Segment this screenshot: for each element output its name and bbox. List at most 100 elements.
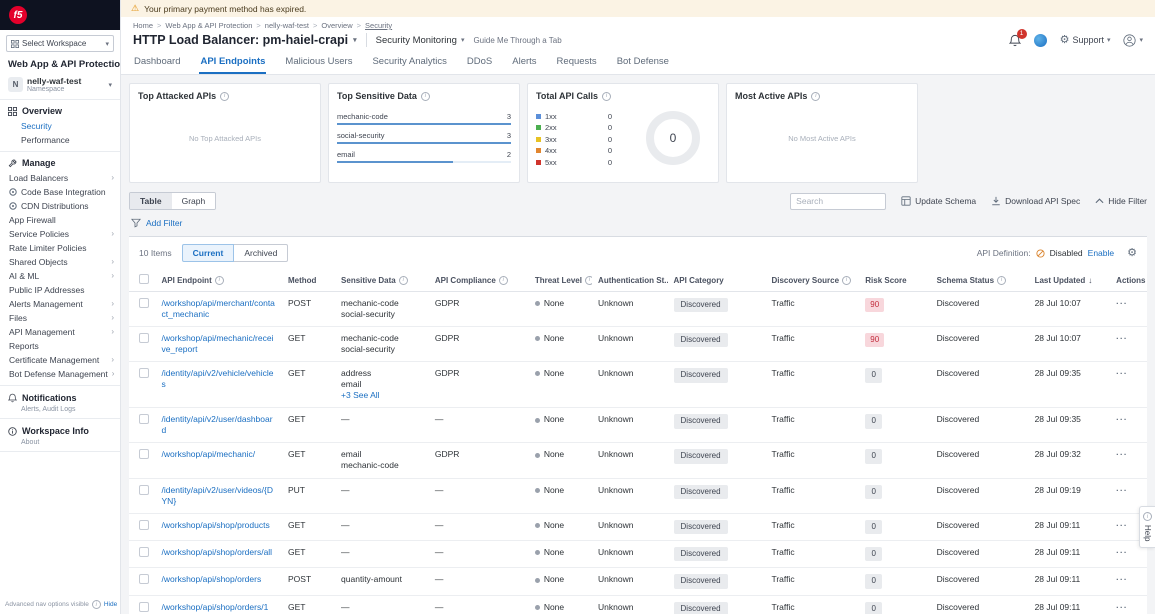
download-api-spec-button[interactable]: Download API Spec xyxy=(991,196,1080,206)
col-api-compliance[interactable]: API Compliancei xyxy=(429,269,529,292)
sidebar-item-files[interactable]: Files› xyxy=(0,311,120,325)
breadcrumb-nelly-waf-test[interactable]: nelly-waf-test xyxy=(265,21,309,30)
distributed-cloud-button[interactable] xyxy=(1034,34,1047,47)
col-discovery-source[interactable]: Discovery Sourcei xyxy=(765,269,859,292)
tab-api-endpoints[interactable]: API Endpoints xyxy=(199,52,266,74)
select-all-checkbox[interactable] xyxy=(139,274,149,284)
row-checkbox[interactable] xyxy=(139,298,149,308)
view-toggle-table[interactable]: Table xyxy=(130,193,172,209)
sidebar-section-head-manage[interactable]: Manage xyxy=(0,155,120,171)
col-api-endpoint[interactable]: API Endpointi xyxy=(156,269,282,292)
info-icon[interactable]: i xyxy=(811,92,820,101)
sidebar-section-head-overview[interactable]: Overview xyxy=(0,103,120,119)
page-title[interactable]: HTTP Load Balancer: pm-haiel-crapi ▾ xyxy=(133,33,357,47)
sidebar-item-service-policies[interactable]: Service Policies› xyxy=(0,227,120,241)
row-actions-button[interactable]: ··· xyxy=(1116,368,1128,378)
row-actions-button[interactable]: ··· xyxy=(1116,414,1128,424)
col-method[interactable]: Method xyxy=(282,269,335,292)
breadcrumb-web-app-api-protection[interactable]: Web App & API Protection xyxy=(165,21,252,30)
row-checkbox[interactable] xyxy=(139,414,149,424)
row-checkbox[interactable] xyxy=(139,485,149,495)
row-checkbox[interactable] xyxy=(139,547,149,557)
col-risk-score[interactable]: Risk Score xyxy=(859,269,930,292)
sidebar-item-alerts-management[interactable]: Alerts Management› xyxy=(0,297,120,311)
info-icon[interactable]: i xyxy=(220,92,229,101)
add-filter-button[interactable]: Add Filter xyxy=(129,210,1147,237)
col-schema-status[interactable]: Schema Statusi xyxy=(931,269,1029,292)
info-icon[interactable]: i xyxy=(842,276,851,285)
endpoint-link[interactable]: /identity/api/v2/vehicle/vehicles xyxy=(162,368,274,389)
archive-toggle-archived[interactable]: Archived xyxy=(234,244,288,262)
table-settings-gear-icon[interactable]: ⚙ xyxy=(1127,248,1137,259)
info-icon[interactable]: i xyxy=(499,276,508,285)
breadcrumb-security[interactable]: Security xyxy=(365,21,392,30)
info-icon[interactable]: i xyxy=(92,600,101,609)
sidebar-section-notifications[interactable]: NotificationsAlerts, Audit Logs xyxy=(0,386,120,419)
row-actions-button[interactable]: ··· xyxy=(1116,574,1128,584)
namespace-selector[interactable]: N nelly-waf-test Namespace ▾ xyxy=(0,74,120,100)
endpoint-link[interactable]: /workshop/api/shop/orders xyxy=(162,574,262,584)
sidebar-item-security[interactable]: Security xyxy=(0,119,120,133)
endpoint-link[interactable]: /workshop/api/shop/orders/1 xyxy=(162,602,269,612)
endpoint-link[interactable]: /workshop/api/shop/orders/all xyxy=(162,547,273,557)
enable-api-definition-link[interactable]: Enable xyxy=(1088,248,1114,258)
see-all-link[interactable]: +3 See All xyxy=(341,390,423,401)
sidebar-item-ai-ml[interactable]: AI & ML› xyxy=(0,269,120,283)
col-sensitive-data[interactable]: Sensitive Datai xyxy=(335,269,429,292)
sidebar-item-cdn-distributions[interactable]: CDN Distributions xyxy=(0,199,120,213)
row-actions-button[interactable]: ··· xyxy=(1116,520,1128,530)
tab-dashboard[interactable]: Dashboard xyxy=(133,52,181,74)
sidebar-section-head-notifications[interactable]: Notifications xyxy=(0,390,120,406)
sidebar-item-load-balancers[interactable]: Load Balancers› xyxy=(0,171,120,185)
row-checkbox[interactable] xyxy=(139,520,149,530)
row-actions-button[interactable]: ··· xyxy=(1116,333,1128,343)
col-threat-level[interactable]: Threat Leveli xyxy=(529,269,592,292)
sidebar-section-workspace-info[interactable]: Workspace InfoAbout xyxy=(0,419,120,452)
sidebar-item-app-firewall[interactable]: App Firewall xyxy=(0,213,120,227)
view-toggle-graph[interactable]: Graph xyxy=(172,193,216,209)
monitoring-select[interactable]: Security Monitoring ▾ xyxy=(376,35,465,46)
info-icon[interactable]: i xyxy=(215,276,224,285)
sidebar-item-api-management[interactable]: API Management› xyxy=(0,325,120,339)
sidebar-section-head-workspace-info[interactable]: Workspace Info xyxy=(0,423,120,439)
breadcrumb-home[interactable]: Home xyxy=(133,21,153,30)
endpoint-link[interactable]: /identity/api/v2/user/videos/{DYN} xyxy=(162,485,274,506)
row-actions-button[interactable]: ··· xyxy=(1116,547,1128,557)
row-actions-button[interactable]: ··· xyxy=(1116,298,1128,308)
endpoint-link[interactable]: /workshop/api/mechanic/ xyxy=(162,449,256,459)
row-checkbox[interactable] xyxy=(139,449,149,459)
col-actions[interactable]: Actions xyxy=(1110,269,1147,292)
archive-toggle-current[interactable]: Current xyxy=(182,244,235,262)
row-checkbox[interactable] xyxy=(139,574,149,584)
sidebar-item-rate-limiter-policies[interactable]: Rate Limiter Policies xyxy=(0,241,120,255)
sidebar-item-shared-objects[interactable]: Shared Objects› xyxy=(0,255,120,269)
info-icon[interactable]: i xyxy=(421,92,430,101)
f5-logo[interactable]: f5 xyxy=(9,6,27,24)
sidebar-item-public-ip-addresses[interactable]: Public IP Addresses xyxy=(0,283,120,297)
row-actions-button[interactable]: ··· xyxy=(1116,602,1128,612)
tab-requests[interactable]: Requests xyxy=(556,52,598,74)
endpoint-link[interactable]: /workshop/api/shop/products xyxy=(162,520,270,530)
sidebar-item-reports[interactable]: Reports xyxy=(0,339,120,353)
row-checkbox[interactable] xyxy=(139,602,149,612)
breadcrumb-overview[interactable]: Overview xyxy=(321,21,352,30)
tab-bot-defense[interactable]: Bot Defense xyxy=(616,52,670,74)
help-tab[interactable]: i Help xyxy=(1139,506,1155,548)
guide-me-link[interactable]: Guide Me Through a Tab xyxy=(473,36,561,45)
workspace-selector[interactable]: Select Workspace ▾ xyxy=(6,35,114,52)
sort-desc-icon[interactable]: ↓ xyxy=(1088,276,1092,285)
sidebar-item-code-base-integration[interactable]: Code Base Integration xyxy=(0,185,120,199)
tab-malicious-users[interactable]: Malicious Users xyxy=(284,52,353,74)
sidebar-item-bot-defense-management[interactable]: Bot Defense Management› xyxy=(0,367,120,381)
row-checkbox[interactable] xyxy=(139,368,149,378)
info-icon[interactable]: i xyxy=(602,92,611,101)
search-input[interactable] xyxy=(790,193,886,210)
col-api-category[interactable]: API Category xyxy=(668,269,766,292)
endpoint-link[interactable]: /workshop/api/mechanic/receive_report xyxy=(162,333,274,354)
tab-security-analytics[interactable]: Security Analytics xyxy=(371,52,447,74)
sidebar-item-certificate-management[interactable]: Certificate Management› xyxy=(0,353,120,367)
endpoint-link[interactable]: /workshop/api/merchant/contact_mechanic xyxy=(162,298,275,319)
row-checkbox[interactable] xyxy=(139,333,149,343)
user-menu[interactable]: ▾ xyxy=(1123,34,1143,47)
hide-filter-button[interactable]: Hide Filter xyxy=(1095,196,1147,206)
